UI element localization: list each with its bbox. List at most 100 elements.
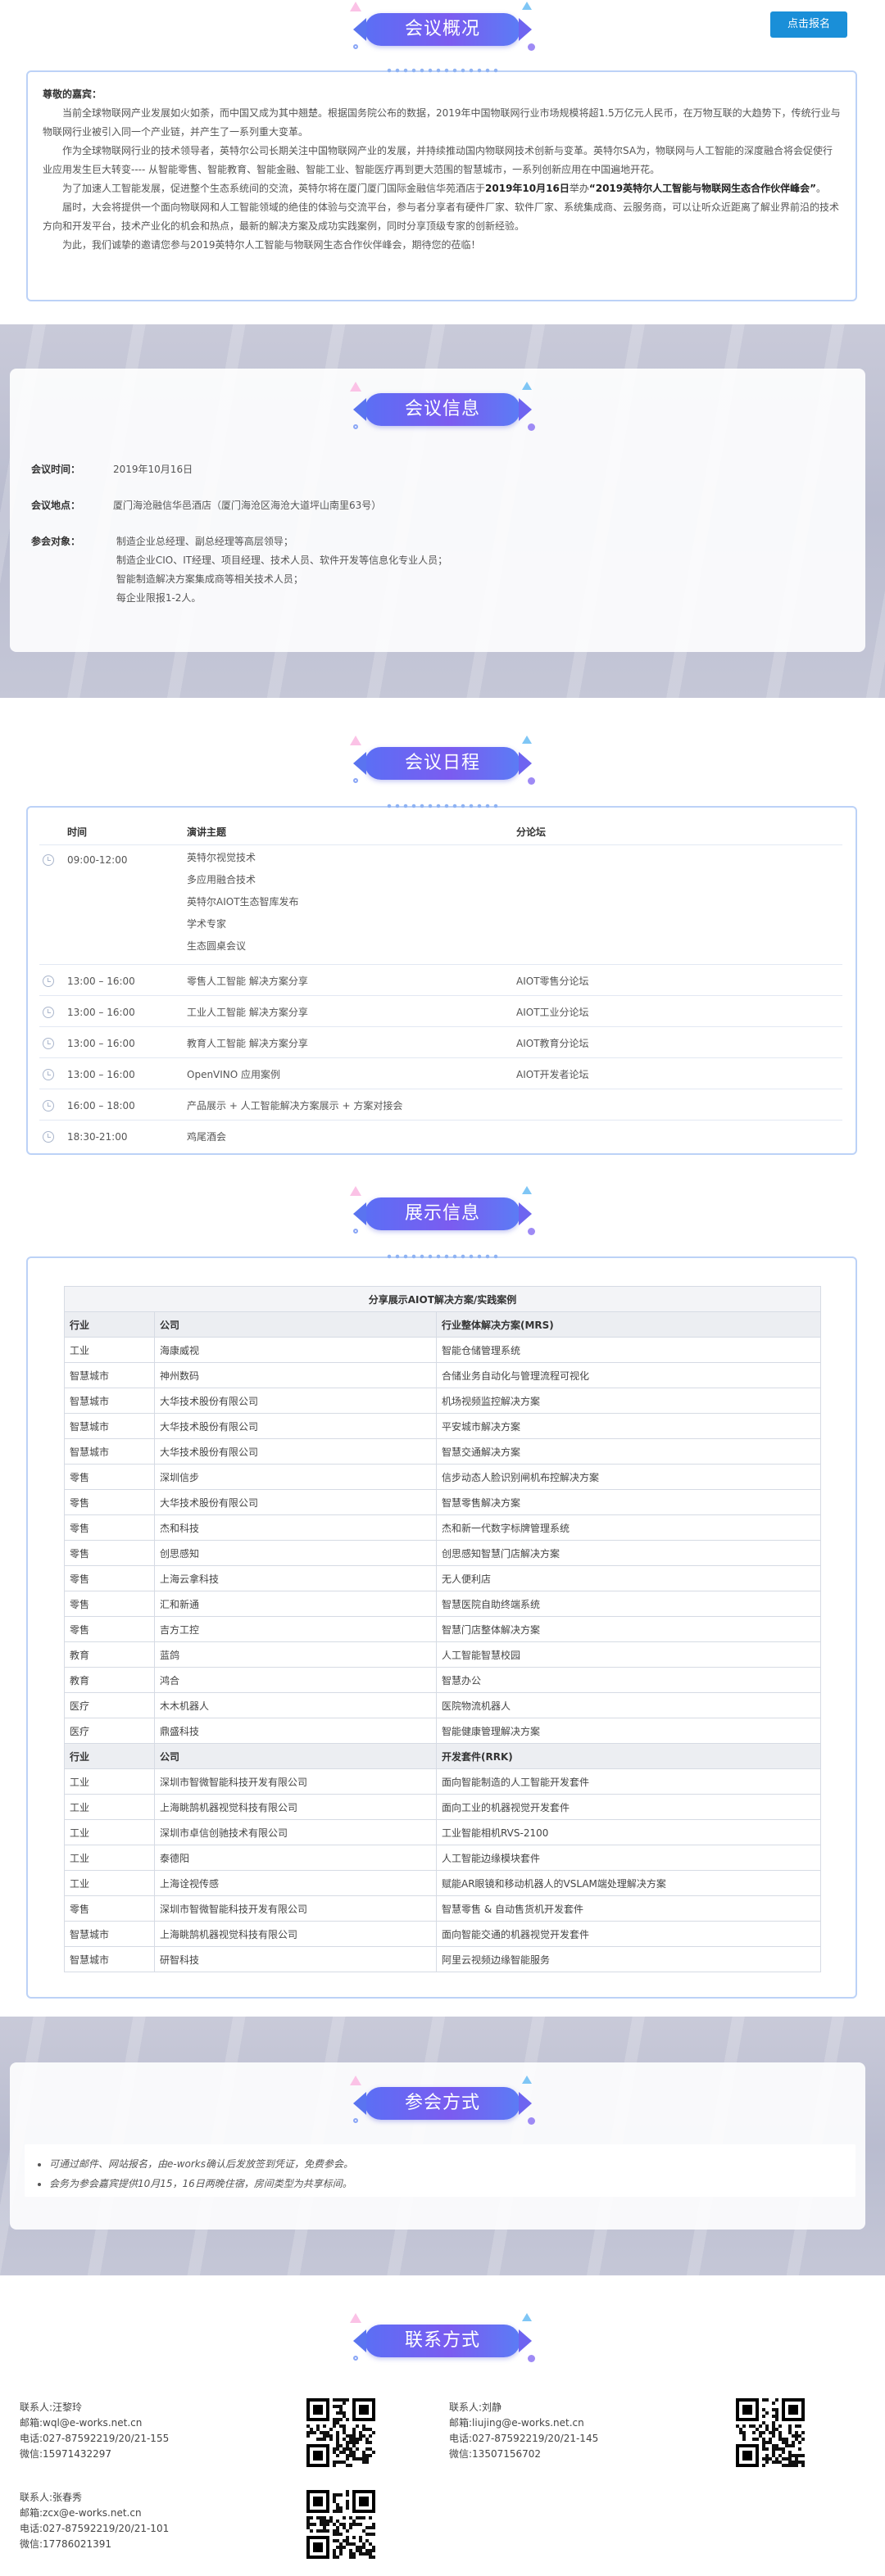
table-cell: 合储业务自动化与管理流程可视化 <box>436 1362 821 1388</box>
schedule-header: 时间 演讲主题 分论坛 <box>39 819 842 845</box>
schedule-row: 13:00 – 16:00 工业人工智能 解决方案分享 AIOT工业分论坛 <box>39 998 842 1027</box>
contact-name: 联系人:刘静 <box>449 2402 502 2413</box>
table-row: 智慧城市 大华技术股份有限公司 机场视频监控解决方案 <box>64 1388 821 1414</box>
table-cell: 杰和新一代数字标牌管理系统 <box>436 1514 821 1541</box>
table-cell: 鼎盛科技 <box>154 1718 437 1744</box>
table-cell: 人工智能边缘模块套件 <box>436 1845 821 1871</box>
qr-code-icon <box>306 2490 375 2559</box>
table-cell: 神州数码 <box>154 1362 437 1388</box>
contact-heading: 联系方式 <box>348 2313 537 2362</box>
contact-email: 邮箱:wql@e-works.net.cn <box>20 2417 143 2429</box>
audience-item: 制造企业总经理、副总经理等高层领导； <box>116 536 293 547</box>
table-cell: 上海诠视传感 <box>154 1870 437 1896</box>
table-cell: 智慧门店整体解决方案 <box>436 1616 821 1642</box>
overview-paragraph: 当前全球物联网产业发展如火如荼，而中国又成为其中翘楚。根据国务院公布的数据，20… <box>43 107 841 138</box>
table-cell: 工业 <box>64 1870 155 1896</box>
triangle-decoration-icon <box>522 2 532 10</box>
table-row: 工业 泰德阳 人工智能边缘模块套件 <box>64 1845 821 1871</box>
table-cell: 智慧零售解决方案 <box>436 1489 821 1515</box>
table-cell: 零售 <box>64 1464 155 1490</box>
contact-card: 联系人:刘静 邮箱:liujing@e-works.net.cn 电话:027-… <box>449 2400 598 2462</box>
table-row: 智慧城市 大华技术股份有限公司 智慧交通解决方案 <box>64 1438 821 1465</box>
contact-phone: 电话:027-87592219/20/21-101 <box>20 2523 170 2534</box>
table-cell: 工业 <box>64 1794 155 1820</box>
clock-icon <box>43 1038 54 1049</box>
table-header-row: 行业 公司 行业整体解决方案(MRS) <box>64 1311 821 1338</box>
table-cell: 上海眺鹄机器视觉科技有限公司 <box>154 1921 437 1947</box>
info-time: 会议时间： 2019年10月16日 <box>31 464 193 475</box>
clock-icon <box>43 1069 54 1080</box>
table-row: 零售 大华技术股份有限公司 智慧零售解决方案 <box>64 1489 821 1515</box>
table-cell: 泰德阳 <box>154 1845 437 1871</box>
table-cell: 工业 <box>64 1819 155 1845</box>
section-title: 会议信息 <box>353 393 532 426</box>
table-cell: 零售 <box>64 1514 155 1541</box>
table-row: 零售 创思感知 创思感知智慧门店解决方案 <box>64 1540 821 1566</box>
overview-paragraph: 为此，我们诚挚的邀请您参与2019英特尔人工智能与物联网生态合作伙伴峰会，期待您… <box>62 239 481 251</box>
table-cell: 深圳市卓信创驰技术有限公司 <box>154 1819 437 1845</box>
audience-item: 制造企业CIO、IT经理、项目经理、技术人员、软件开发等信息化专业人员； <box>116 555 448 566</box>
contact-name: 联系人:汪黎玲 <box>20 2402 83 2413</box>
table-cell: 深圳市智微智能科技开发有限公司 <box>154 1895 437 1922</box>
ring-decoration-icon <box>353 44 358 49</box>
section-title: 会议概况 <box>353 13 532 46</box>
table-cell: 智慧城市 <box>64 1388 155 1414</box>
clock-icon <box>43 1007 54 1018</box>
table-row: 医疗 木木机器人 医院物流机器人 <box>64 1692 821 1718</box>
table-cell: 智慧城市 <box>64 1413 155 1439</box>
section-title: 展示信息 <box>353 1197 532 1230</box>
table-cell: 工业 <box>64 1845 155 1871</box>
overview-paragraph: 作为全球物联网行业的技术领导者，英特尔公司长期关注中国物联网产业的发展，并持续推… <box>43 145 833 175</box>
table-cell: 海康威视 <box>154 1337 437 1363</box>
section-title: 参会方式 <box>353 2087 532 2120</box>
table-cell: 面向智能制造的人工智能开发套件 <box>436 1768 821 1795</box>
table-cell: 创思感知智慧门店解决方案 <box>436 1540 821 1566</box>
table-row: 教育 蓝鸽 人工智能智慧校园 <box>64 1641 821 1668</box>
table-row: 零售 杰和科技 杰和新一代数字标牌管理系统 <box>64 1514 821 1541</box>
join-item: 会务为参会嘉宾提供10月15，16日两晚住宿，房间类型为共享标间。 <box>49 2174 353 2193</box>
schedule-row: 13:00 – 16:00 零售人工智能 解决方案分享 AIOT零售分论坛 <box>39 967 842 996</box>
dotted-line-decoration <box>385 68 500 73</box>
table-cell: 工业智能相机RVS-2100 <box>436 1819 821 1845</box>
table-row: 智慧城市 神州数码 合储业务自动化与管理流程可视化 <box>64 1362 821 1388</box>
table-cell: 零售 <box>64 1591 155 1617</box>
table-cell: 开发套件(RRK) <box>436 1743 821 1769</box>
table-cell: 面向智能交通的机器视觉开发套件 <box>436 1921 821 1947</box>
dot-decoration-icon <box>528 43 535 51</box>
table-row: 工业 海康威视 智能仓储管理系统 <box>64 1337 821 1363</box>
contact-email: 邮箱:liujing@e-works.net.cn <box>449 2417 584 2429</box>
join-item: 可通过邮件、网站报名，由e-works确认后发放签到凭证，免费参会。 <box>49 2154 353 2174</box>
contact-wechat: 微信:13507156702 <box>449 2448 542 2460</box>
table-cell: 零售 <box>64 1540 155 1566</box>
clock-icon <box>43 976 54 987</box>
section-title: 联系方式 <box>353 2325 532 2357</box>
table-row: 工业 深圳市卓信创驰技术有限公司 工业智能相机RVS-2100 <box>64 1819 821 1845</box>
table-cell: 深圳市智微智能科技开发有限公司 <box>154 1768 437 1795</box>
qr-code-icon <box>736 2398 805 2467</box>
table-cell: 零售 <box>64 1489 155 1515</box>
table-cell: 大华技术股份有限公司 <box>154 1413 437 1439</box>
overview-text: 尊敬的嘉宾： 当前全球物联网产业发展如火如荼，而中国又成为其中翘楚。根据国务院公… <box>43 85 841 255</box>
contact-phone: 电话:027-87592219/20/21-145 <box>449 2433 599 2444</box>
table-row: 零售 汇和新通 智慧医院自助终端系统 <box>64 1591 821 1617</box>
table-cell: 工业 <box>64 1768 155 1795</box>
register-button[interactable]: 点击报名 <box>770 11 847 38</box>
table-cell: 行业 <box>64 1743 155 1769</box>
table-cell: 公司 <box>154 1743 437 1769</box>
table-row: 工业 上海眺鹄机器视觉科技有限公司 面向工业的机器视觉开发套件 <box>64 1794 821 1820</box>
table-cell: 教育 <box>64 1641 155 1668</box>
table-cell: 医疗 <box>64 1718 155 1744</box>
table-cell: 木木机器人 <box>154 1692 437 1718</box>
schedule-row: 18:30-21:00 鸡尾酒会 <box>39 1122 842 1152</box>
qr-code-icon <box>306 2398 375 2467</box>
table-cell: 智慧交通解决方案 <box>436 1438 821 1465</box>
table-row: 零售 吉方工控 智慧门店整体解决方案 <box>64 1616 821 1642</box>
table-cell: 深圳信步 <box>154 1464 437 1490</box>
table-cell: 人工智能智慧校园 <box>436 1641 821 1668</box>
table-cell: 医疗 <box>64 1692 155 1718</box>
contact-card: 联系人:汪黎玲 邮箱:wql@e-works.net.cn 电话:027-875… <box>20 2400 169 2462</box>
table-row: 智慧城市 大华技术股份有限公司 平安城市解决方案 <box>64 1413 821 1439</box>
table-cell: 大华技术股份有限公司 <box>154 1388 437 1414</box>
contact-card: 联系人:张春秀 邮箱:zcx@e-works.net.cn 电话:027-875… <box>20 2490 169 2552</box>
table-cell: 杰和科技 <box>154 1514 437 1541</box>
